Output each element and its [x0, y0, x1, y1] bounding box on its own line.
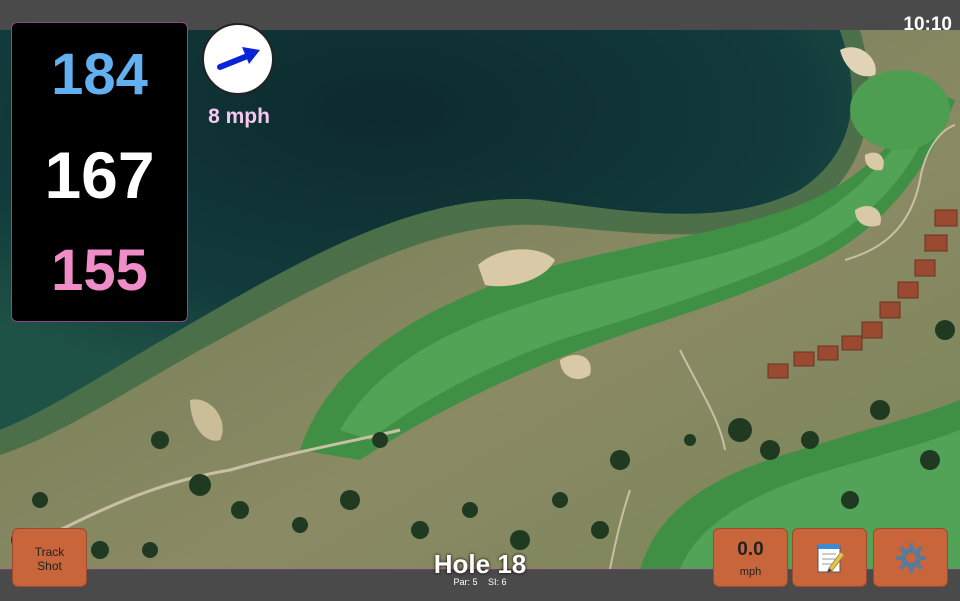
distance-panel: 184 167 155 [11, 22, 188, 322]
hole-meta: Par: 5 SI: 6 [380, 577, 580, 587]
track-shot-label-line1: Track [34, 545, 65, 559]
notes-button[interactable] [792, 528, 867, 587]
hole-par: Par: 5 [453, 577, 478, 587]
notepad-icon [817, 543, 845, 572]
gear-icon [895, 542, 926, 573]
track-shot-label-line2: Shot [37, 559, 62, 573]
wind-arrow-icon [217, 47, 260, 70]
distance-front: 155 [51, 238, 148, 303]
distance-middle: 167 [44, 138, 155, 212]
hole-stroke-index: SI: 6 [488, 577, 507, 587]
speed-unit: mph [739, 566, 762, 578]
speed-value: 0.0 [737, 539, 764, 560]
settings-button[interactable] [873, 528, 948, 587]
distance-back: 184 [51, 42, 148, 107]
wind-indicator [202, 23, 274, 95]
wind-speed: 8 mph [208, 105, 270, 128]
speed-button[interactable]: 0.0 mph [713, 528, 788, 587]
track-shot-button[interactable]: Track Shot [12, 528, 87, 587]
hole-title: Hole 18 [433, 549, 527, 579]
